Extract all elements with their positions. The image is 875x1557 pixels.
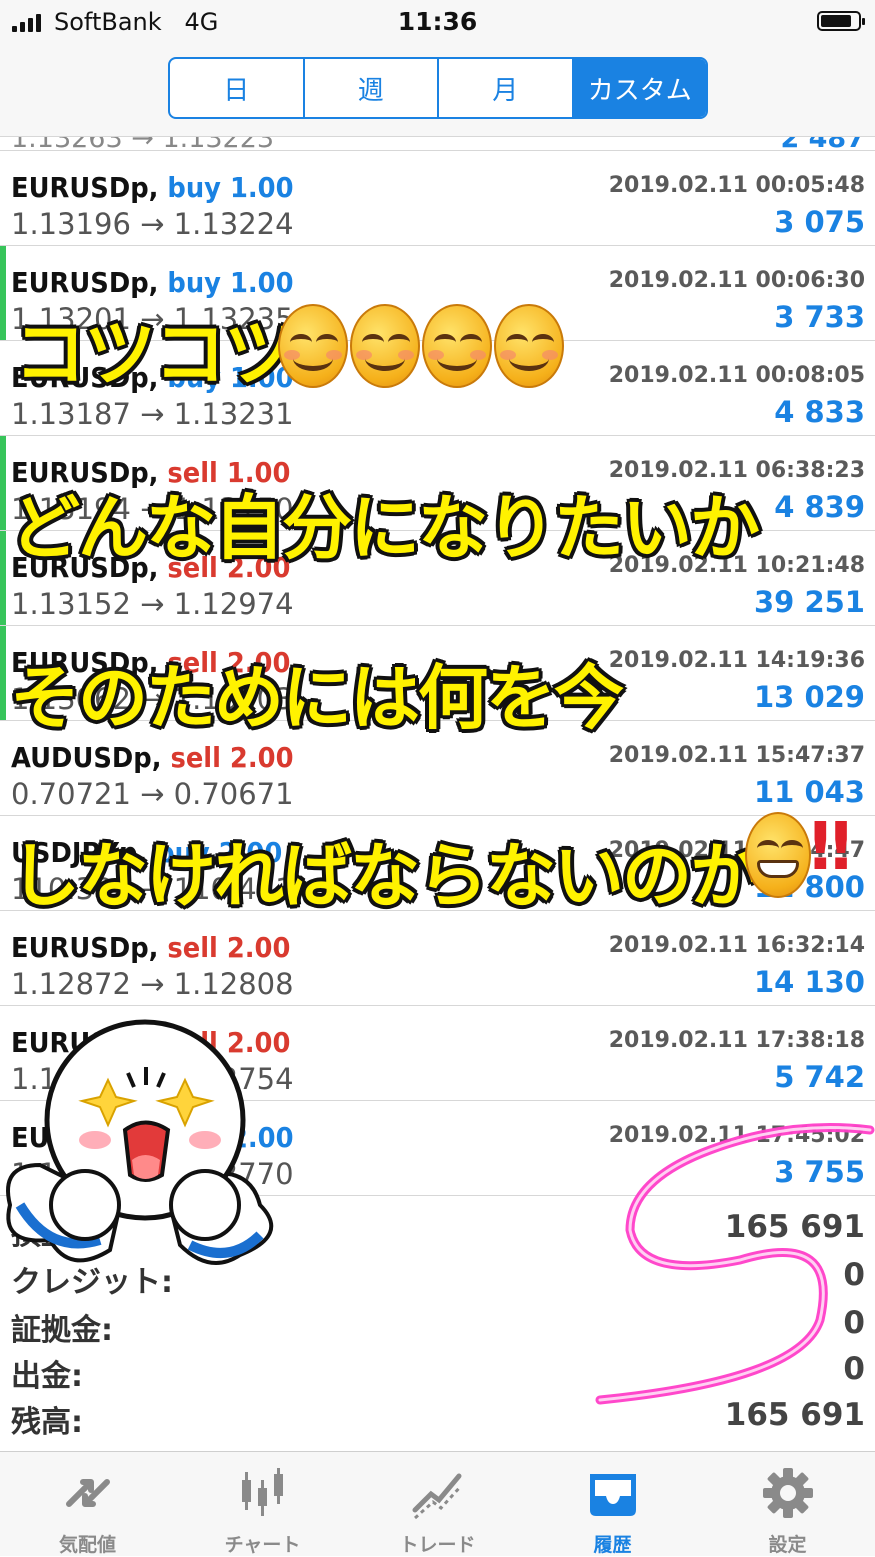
- trade-prices: 1.13187 → 1.13231: [11, 397, 294, 431]
- segment-custom[interactable]: カスタム: [573, 59, 706, 117]
- trade-datetime: 2019.02.11 00:08:05: [608, 363, 865, 388]
- trade-symbol: AUDUSDp, sell 2.00: [11, 741, 294, 774]
- history-row[interactable]: EURUSDp, buy 1.00 2019.02.11 00:05:48 1.13…: [0, 151, 875, 246]
- trade-profit: 11 043: [754, 775, 865, 809]
- segment-day[interactable]: 日: [170, 59, 305, 117]
- overlay-line-2: どんな自分になりたいか: [10, 487, 760, 569]
- double-exclamation-icon: ‼: [810, 808, 852, 885]
- trade-symbol: EURUSDp, sell 2.00: [11, 931, 291, 964]
- period-segmented-control: 日 週 月 カスタム: [168, 57, 708, 119]
- smiling-face-icon: [494, 304, 564, 388]
- trade-profit: 39 251: [754, 585, 865, 619]
- battery-icon: [817, 11, 865, 31]
- trade-datetime: 2019.02.11 16:32:14: [608, 933, 865, 958]
- summary-label: 残高:: [11, 1405, 83, 1440]
- tab-label: チャート: [224, 1534, 301, 1556]
- trade-profit: 4 833: [774, 395, 865, 429]
- pink-circle-annotation: [595, 1123, 875, 1405]
- history-inbox-icon: [590, 1474, 636, 1516]
- status-time: 11:36: [397, 7, 478, 36]
- trade-profit: 3 075: [774, 205, 865, 239]
- trade-prices: 1.13152 → 1.12974: [11, 587, 294, 621]
- overlay-line-4: しなければならないのか: [10, 835, 760, 917]
- trade-prices: 1.13196 → 1.13224: [11, 207, 294, 241]
- summary-label: 出金:: [11, 1359, 83, 1394]
- trade-datetime: 2019.02.11 00:06:30: [608, 268, 865, 293]
- tab-history[interactable]: 履歴: [525, 1452, 700, 1556]
- trade-profit: 3 733: [774, 300, 865, 334]
- excited-character-sticker: [6, 1019, 274, 1265]
- partial-row: 1.13263 → 1.13223 2 487: [0, 137, 875, 151]
- partial-prices: 1.13263 → 1.13223: [11, 137, 274, 150]
- gear-icon: [763, 1468, 813, 1518]
- tab-quotes[interactable]: 気配値: [0, 1452, 175, 1556]
- trade-datetime: 2019.02.11 00:05:48: [608, 173, 865, 198]
- trade-direction: sell 2.00: [167, 931, 291, 964]
- trade-datetime: 2019.02.11 15:47:37: [608, 743, 865, 768]
- tab-trade[interactable]: トレード: [350, 1452, 525, 1556]
- tab-label: 履歴: [593, 1534, 632, 1556]
- overlay-line-3: そのためには何を今: [10, 657, 624, 739]
- quotes-arrows-icon: [66, 1479, 110, 1507]
- trade-direction: sell 2.00: [170, 741, 294, 774]
- overlay-line-1: コツコツ: [14, 312, 296, 396]
- trade-symbol: EURUSDp, buy 1.00: [11, 171, 294, 204]
- tab-chart[interactable]: チャート: [175, 1452, 350, 1556]
- trade-prices: 1.12872 → 1.12808: [11, 967, 294, 1001]
- header: 日 週 月 カスタム: [0, 44, 875, 137]
- history-row[interactable]: EURUSDp, sell 2.00 2019.02.11 16:32:14 1.1…: [0, 911, 875, 1006]
- trade-profit: 13 029: [754, 680, 865, 714]
- trade-datetime: 2019.02.11 17:38:18: [608, 1028, 865, 1053]
- summary-label: 証拠金:: [11, 1313, 113, 1348]
- tab-bar: 気配値 チャート トレード 履歴 設定: [0, 1451, 875, 1556]
- status-bar: SoftBank 4G 11:36: [0, 0, 875, 44]
- trade-profit: 4 839: [774, 490, 865, 524]
- tab-label: トレード: [399, 1534, 476, 1556]
- candlestick-icon: [242, 1468, 283, 1516]
- smiling-face-icon: [350, 304, 420, 388]
- trade-prices: 0.70721 → 0.70671: [11, 777, 294, 811]
- tab-label: 気配値: [58, 1534, 116, 1556]
- trade-profit: 14 130: [754, 965, 865, 999]
- grinning-face-icon: [745, 812, 811, 898]
- tab-label: 設定: [768, 1534, 807, 1556]
- segment-week[interactable]: 週: [305, 59, 439, 117]
- segment-month[interactable]: 月: [439, 59, 574, 117]
- trade-profit: 5 742: [774, 1060, 865, 1094]
- partial-profit: 2 487: [780, 137, 865, 150]
- smiling-face-icon: [278, 304, 348, 388]
- trade-direction: buy 1.00: [167, 171, 294, 204]
- tab-settings[interactable]: 設定: [700, 1452, 875, 1556]
- trade-datetime: 2019.02.11 14:19:36: [608, 648, 865, 673]
- trade-trend-icon: [412, 1473, 463, 1520]
- smiling-face-icon: [422, 304, 492, 388]
